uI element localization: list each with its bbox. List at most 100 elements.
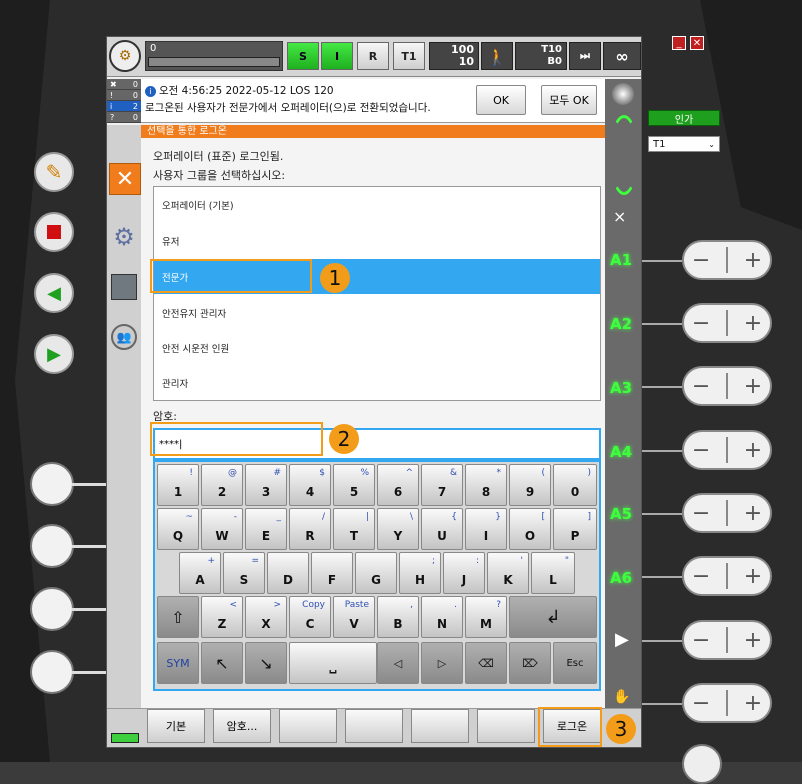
next-axes-icon[interactable]: ▶ <box>615 629 629 650</box>
key-2[interactable]: @2 <box>201 464 243 506</box>
close-window-icon[interactable]: ✕ <box>690 36 704 50</box>
softkey-3[interactable] <box>279 709 337 743</box>
tool-jog-icon[interactable]: ✋ <box>613 689 630 705</box>
jog-key-a1[interactable]: − + <box>682 240 772 280</box>
key-h[interactable]: ; H <box>399 552 441 594</box>
password-button[interactable]: 암호... <box>213 709 271 743</box>
continuous-jog-button[interactable]: ∞ <box>603 42 641 70</box>
softkey-4[interactable] <box>345 709 403 743</box>
esc-key[interactable]: Esc <box>553 642 597 684</box>
settings-gear-icon[interactable]: ⚙ <box>110 223 138 251</box>
arrow-upleft-key[interactable]: ↖ <box>201 642 243 684</box>
run-mode-button[interactable]: 🚶 <box>481 42 513 70</box>
key-1[interactable]: ! 1 <box>157 464 199 506</box>
users-icon[interactable]: 👥 <box>110 323 138 351</box>
key-i[interactable]: } I <box>465 508 507 550</box>
minimize-icon[interactable]: _ <box>672 36 686 50</box>
key-6[interactable]: ^ 6 <box>377 464 419 506</box>
softkey-6[interactable] <box>477 709 535 743</box>
key-u[interactable]: {U <box>421 508 463 550</box>
key-y[interactable]: \ Y <box>377 508 419 550</box>
edit-button[interactable]: ✎ <box>34 152 74 192</box>
backspace-key[interactable]: ⌫ <box>465 642 507 684</box>
key-4[interactable]: $4 <box>289 464 331 506</box>
key-l[interactable]: " L <box>531 552 575 594</box>
key-s[interactable]: = S <box>223 552 265 594</box>
list-item[interactable]: 유저 <box>154 223 600 258</box>
message-ok-button[interactable]: OK <box>476 85 526 115</box>
coordinate-system-icon[interactable]: ⨯ <box>613 207 626 226</box>
key-r[interactable]: / R <box>289 508 331 550</box>
mode-select[interactable]: T1 ⌄ <box>648 136 720 152</box>
arrow-downright-key[interactable]: ↘ <box>245 642 287 684</box>
jog-key-a5[interactable]: − + <box>682 493 772 533</box>
delete-key[interactable]: ⌦ <box>509 642 551 684</box>
operating-mode-button[interactable]: T1 <box>393 42 425 70</box>
side-key-3[interactable] <box>30 587 74 631</box>
jog-key-a2[interactable]: − + <box>682 303 772 343</box>
list-item[interactable]: 안전 시운전 인원 <box>154 330 600 365</box>
enter-key[interactable]: ↲ <box>509 596 597 638</box>
override-button[interactable]: 100 10 <box>429 42 479 70</box>
globe-icon[interactable] <box>612 83 634 105</box>
key-k[interactable]: ' K <box>487 552 529 594</box>
submit-interpreter-button[interactable]: S <box>287 42 319 70</box>
key-w[interactable]: -W <box>201 508 243 550</box>
key-3[interactable]: #3 <box>245 464 287 506</box>
key-7[interactable]: & 7 <box>421 464 463 506</box>
jog-key-8[interactable]: − + <box>682 683 772 723</box>
side-key-1[interactable] <box>30 462 74 506</box>
message-all-ok-button[interactable]: 모두 OK <box>541 85 597 115</box>
side-key-4[interactable] <box>30 650 74 694</box>
jog-key-a3[interactable]: − + <box>682 366 772 406</box>
key-5[interactable]: % 5 <box>333 464 375 506</box>
display-icon[interactable] <box>110 273 138 301</box>
robot-interpreter-button[interactable]: R <box>357 42 389 70</box>
sym-key[interactable]: SYM <box>157 642 199 684</box>
space-key[interactable]: ⎵ <box>289 642 377 684</box>
key-m[interactable]: ? M <box>465 596 507 638</box>
stop-button[interactable] <box>34 212 74 252</box>
jog-key-a4[interactable]: − + <box>682 430 772 470</box>
incremental-jog-button[interactable]: ⏭ <box>569 42 601 70</box>
shift-key[interactable]: ⇧ <box>157 596 199 638</box>
right-arrow-key[interactable]: ▷ <box>421 642 463 684</box>
key-p[interactable]: ] P <box>553 508 597 550</box>
key-x[interactable]: > X <box>245 596 287 638</box>
side-key-2[interactable] <box>30 524 74 568</box>
key-8[interactable]: * 8 <box>465 464 507 506</box>
key-q[interactable]: ~ Q <box>157 508 199 550</box>
list-item[interactable]: 오퍼레이터 (기본) <box>154 187 600 222</box>
key-c[interactable]: Copy C <box>289 596 331 638</box>
key-j[interactable]: :J <box>443 552 485 594</box>
key-9[interactable]: (9 <box>509 464 551 506</box>
key-d[interactable]: D <box>267 552 309 594</box>
key-t[interactable]: | T <box>333 508 375 550</box>
drives-button[interactable]: I <box>321 42 353 70</box>
start-forward-button[interactable]: ▶ <box>34 334 74 374</box>
key-e[interactable]: _ E <box>245 508 287 550</box>
approve-button[interactable]: 인가 <box>648 110 720 126</box>
softkey-5[interactable] <box>411 709 469 743</box>
robot-logo-bottom-icon[interactable] <box>682 744 722 784</box>
left-arrow-key[interactable]: ◁ <box>377 642 419 684</box>
default-button[interactable]: 기본 <box>147 709 205 743</box>
message-counter[interactable]: ✖ 0 ! 0 i2 ? 0 <box>107 79 141 123</box>
robot-logo-icon[interactable]: ⚙ <box>109 40 141 72</box>
key-g[interactable]: G <box>355 552 397 594</box>
tool-base-button[interactable]: T10 B0 <box>515 42 567 70</box>
key-n[interactable]: .N <box>421 596 463 638</box>
jog-mode-icon[interactable] <box>609 115 639 195</box>
key-v[interactable]: Paste V <box>333 596 375 638</box>
key-0[interactable]: ) 0 <box>553 464 597 506</box>
key-z[interactable]: < Z <box>201 596 243 638</box>
key-a[interactable]: + A <box>179 552 221 594</box>
key-o[interactable]: [O <box>509 508 551 550</box>
list-item[interactable]: 관리자 <box>154 365 600 400</box>
key-f[interactable]: F <box>311 552 353 594</box>
jog-key-7[interactable]: − + <box>682 620 772 660</box>
list-item[interactable]: 안전유지 관리자 <box>154 295 600 330</box>
start-backward-button[interactable]: ◀ <box>34 273 74 313</box>
jog-key-a6[interactable]: − + <box>682 556 772 596</box>
key-b[interactable]: ,B <box>377 596 419 638</box>
